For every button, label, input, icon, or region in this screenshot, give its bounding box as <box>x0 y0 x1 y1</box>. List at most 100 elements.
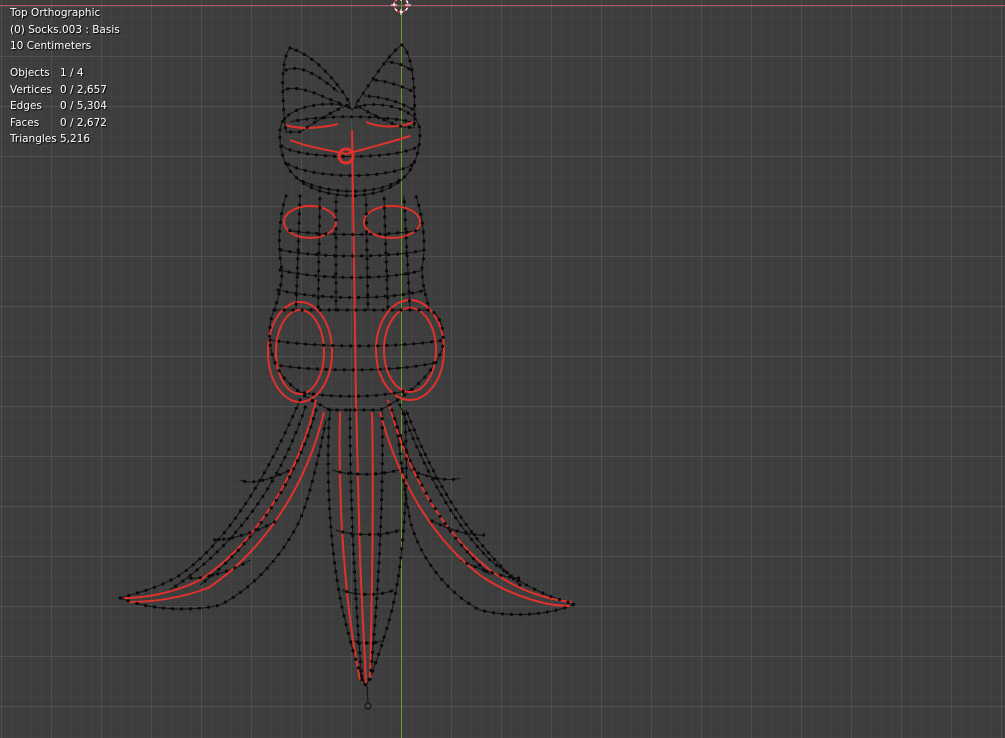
vertex <box>417 143 421 147</box>
vertex <box>261 478 265 482</box>
vertex <box>332 115 336 119</box>
vertex <box>317 224 322 228</box>
vertex <box>269 506 273 510</box>
vertex <box>401 529 406 533</box>
vertex <box>294 293 299 297</box>
ear-seam-left <box>285 123 339 129</box>
vertex <box>371 191 375 195</box>
vertex <box>495 563 499 567</box>
vertex <box>349 489 353 493</box>
vertex <box>329 394 333 398</box>
vertex <box>417 125 421 129</box>
vertex <box>397 443 401 447</box>
vertex <box>341 154 346 158</box>
vertex <box>206 605 210 609</box>
vertex <box>383 80 387 84</box>
vertex <box>405 365 409 369</box>
vertex <box>230 555 234 559</box>
vertex <box>318 185 322 189</box>
vertex <box>246 585 250 589</box>
vertex <box>284 194 288 198</box>
vertex <box>320 94 325 98</box>
vertex <box>406 263 410 267</box>
vertex <box>301 179 305 184</box>
vertex <box>228 537 232 541</box>
vertex <box>420 483 424 487</box>
vertex <box>360 678 364 682</box>
vertex <box>409 420 413 424</box>
vertex <box>330 173 334 177</box>
vertex <box>392 82 396 86</box>
vertex <box>268 343 272 347</box>
vertex <box>416 436 420 440</box>
stat-objects: Objects 1 / 4 <box>10 67 84 79</box>
vertex <box>179 607 184 611</box>
vertex <box>363 592 367 597</box>
vertex <box>296 239 300 243</box>
vertex <box>380 591 385 595</box>
vertex <box>346 631 350 635</box>
vertex <box>243 479 247 484</box>
vertex <box>269 476 273 480</box>
vertex <box>390 121 394 125</box>
vertex <box>380 480 384 484</box>
vertex <box>341 90 345 94</box>
vertex <box>398 452 402 456</box>
3d-cursor-icon[interactable] <box>391 0 411 15</box>
vertex <box>398 403 402 407</box>
vertex <box>554 608 558 612</box>
viewport-header-info: Top Orthographic (0) Socks.003 : Basis 1… <box>10 5 120 55</box>
vertex <box>365 472 369 476</box>
vertex <box>371 76 375 81</box>
vertex <box>274 498 278 502</box>
vertex <box>327 489 331 493</box>
vertex <box>334 272 338 276</box>
vertex <box>288 475 292 479</box>
vertex <box>256 502 260 506</box>
vertex <box>383 215 387 219</box>
vertex <box>395 425 400 429</box>
vertex <box>351 368 355 372</box>
vertex <box>364 212 368 216</box>
vertex <box>354 597 358 601</box>
vertex <box>275 301 279 305</box>
vertex <box>304 342 308 346</box>
vertex <box>434 476 438 480</box>
vertex <box>365 394 369 398</box>
vertex <box>326 444 330 448</box>
vertex <box>371 650 375 655</box>
vertex <box>335 83 339 87</box>
vertex <box>382 197 386 201</box>
vertex <box>389 589 393 593</box>
center-leg-seam-right <box>369 411 374 681</box>
vertex <box>366 110 370 114</box>
vertex <box>330 534 334 538</box>
vertex <box>326 471 330 475</box>
vertex <box>348 408 352 412</box>
vertex <box>144 603 148 608</box>
vertex <box>365 266 369 270</box>
vertex <box>350 507 354 511</box>
vertex <box>248 535 252 539</box>
stat-faces: Faces 0 / 2,672 <box>10 116 107 129</box>
vertex <box>317 63 321 67</box>
vertex <box>318 76 322 80</box>
stat-edges: Edges 0 / 5,304 <box>10 100 107 113</box>
vertex <box>198 576 202 580</box>
3d-viewport[interactable]: Top Orthographic (0) Socks.003 : Basis 1… <box>0 0 1005 738</box>
vertex <box>541 591 545 595</box>
mesh-wireframe[interactable] <box>0 0 1005 738</box>
vertex <box>378 253 382 257</box>
vertex <box>279 283 283 287</box>
vertex <box>345 590 349 594</box>
vertex <box>349 498 354 502</box>
vertex <box>239 533 243 538</box>
vertex <box>414 229 418 233</box>
vertex <box>344 408 348 412</box>
vertex <box>354 105 358 109</box>
vertex <box>304 88 308 92</box>
vertex <box>283 126 288 130</box>
vertex <box>203 579 207 583</box>
vertex <box>359 532 363 536</box>
vertex <box>444 492 449 496</box>
